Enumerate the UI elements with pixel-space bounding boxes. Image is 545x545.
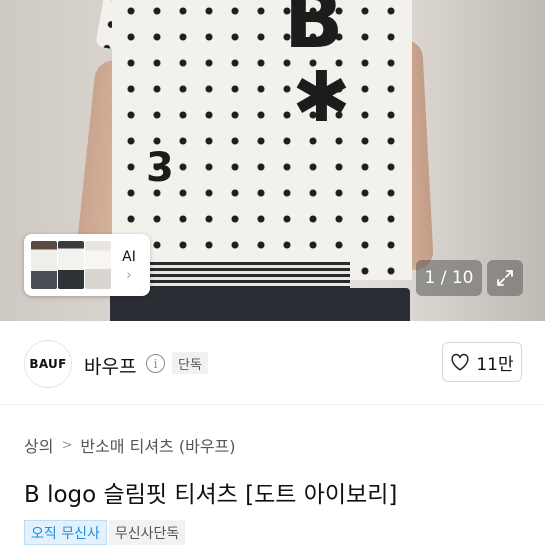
musinsa-exclusive-tag: 무신사단독 [108, 520, 186, 545]
brand-logo[interactable]: BAUF [24, 340, 72, 388]
ai-thumbnails [29, 239, 113, 291]
like-count: 11만 [476, 354, 514, 375]
shirt-print-letter: B [284, 0, 344, 66]
info-icon[interactable]: i [146, 354, 165, 373]
ai-similar-items-button[interactable]: AI › [24, 234, 150, 296]
ai-thumbnail [58, 241, 84, 289]
brand-name[interactable]: 바우프 [84, 352, 136, 379]
expand-icon[interactable] [487, 260, 523, 296]
product-tags: 오직 무신사 무신사단독 [24, 520, 186, 545]
breadcrumb: 상의 > 반소매 티셔츠 (바우프) [24, 433, 236, 457]
exclusive-badge: 단독 [172, 352, 208, 374]
only-musinsa-tag: 오직 무신사 [24, 520, 107, 545]
brand-row: BAUF 바우프 i 단독 11만 [0, 321, 545, 405]
product-image-carousel[interactable]: B ✱ 3 AI › 1 / 10 [0, 0, 545, 321]
ai-thumbnail [85, 241, 111, 289]
chevron-right-icon: › [126, 267, 132, 283]
heart-outline-icon [451, 353, 469, 371]
shirt-print-number: 3 [146, 145, 174, 191]
chevron-right-icon: > [61, 437, 73, 453]
polka-dot-shirt [112, 0, 412, 280]
dark-skirt [110, 288, 410, 321]
product-title: B logo 슬림핏 티셔츠 [도트 아이보리] [24, 482, 398, 508]
like-button[interactable]: 11만 [442, 342, 522, 382]
image-counter: 1 / 10 [416, 260, 482, 296]
ai-label: AI [122, 248, 136, 265]
ai-thumbnail [31, 241, 57, 289]
shirt-print-star: ✱ [292, 56, 351, 138]
breadcrumb-item-top[interactable]: 상의 [24, 433, 53, 457]
breadcrumb-item-category[interactable]: 반소매 티셔츠 (바우프) [80, 433, 235, 457]
